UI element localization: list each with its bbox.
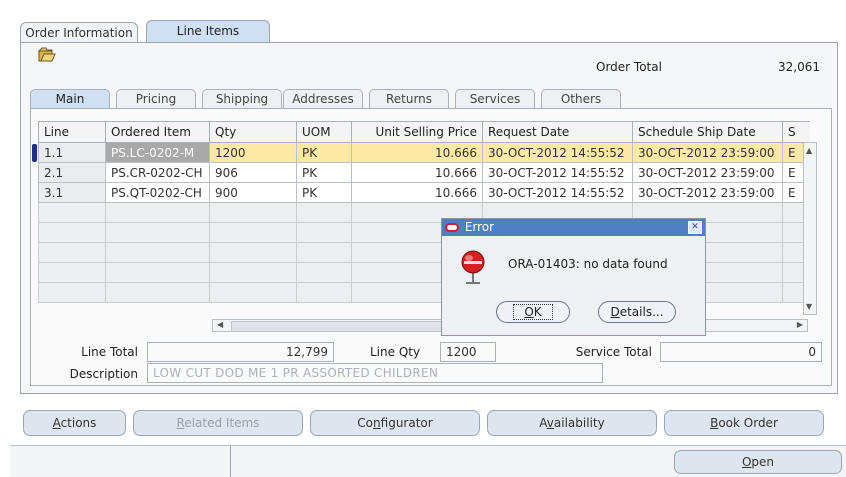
- table-row[interactable]: 3.1 PS.QT-0202-CH 900 PK 10.666 30-OCT-2…: [38, 182, 810, 203]
- scroll-down-arrow-icon[interactable]: ▼: [806, 302, 812, 311]
- col-header-line[interactable]: Line: [38, 121, 106, 143]
- grid-vertical-scrollbar[interactable]: ▲ ▼: [803, 142, 817, 315]
- description-field[interactable]: LOW CUT DOD ME 1 PR ASSORTED CHILDREN: [147, 363, 603, 383]
- cell-request-date[interactable]: 30-OCT-2012 14:55:52: [482, 182, 633, 203]
- scroll-up-arrow-icon[interactable]: ▲: [806, 146, 812, 155]
- open-button[interactable]: Open: [674, 450, 842, 474]
- service-total-field[interactable]: 0: [660, 342, 822, 362]
- cell-schedule-ship-date[interactable]: 30-OCT-2012 23:59:00: [632, 142, 783, 163]
- col-header-ordered-item[interactable]: Ordered Item: [105, 121, 210, 143]
- line-qty-label: Line Qty: [370, 345, 421, 359]
- cell-unit-selling-price[interactable]: 10.666: [351, 162, 483, 183]
- error-dialog-title: Error: [464, 220, 495, 234]
- details-button[interactable]: Details...: [598, 301, 676, 323]
- cell-qty[interactable]: 906: [209, 162, 297, 183]
- related-items-button[interactable]: Related Items: [133, 410, 303, 436]
- stop-alert-icon: [458, 249, 488, 285]
- subtab-services[interactable]: Services: [455, 89, 535, 109]
- configurator-button[interactable]: Configurator: [310, 410, 480, 436]
- footer-divider: [230, 446, 231, 477]
- line-total-label: Line Total: [81, 345, 138, 359]
- oracle-logo-icon: [445, 223, 459, 232]
- subtab-returns[interactable]: Returns: [369, 89, 449, 109]
- scroll-thumb[interactable]: [231, 321, 449, 332]
- col-header-uom[interactable]: UOM: [296, 121, 352, 143]
- ok-button[interactable]: OK: [496, 301, 570, 323]
- cell-qty[interactable]: 1200: [209, 142, 297, 163]
- col-header-unit-selling-price[interactable]: Unit Selling Price: [351, 121, 483, 143]
- error-dialog-titlebar[interactable]: Error ✕: [442, 219, 705, 236]
- cell-line[interactable]: 3.1: [38, 182, 106, 203]
- subtab-main[interactable]: Main: [30, 89, 110, 109]
- table-row[interactable]: 1.1 PS.LC-0202-M 1200 PK 10.666 30-OCT-2…: [38, 142, 810, 163]
- col-header-request-date[interactable]: Request Date: [482, 121, 633, 143]
- error-dialog: Error ✕ ORA-01403: no data found OK Deta…: [441, 218, 706, 336]
- cell-schedule-ship-date[interactable]: 30-OCT-2012 23:59:00: [632, 182, 783, 203]
- order-total-label: Order Total: [596, 60, 662, 74]
- cell-ordered-item[interactable]: PS.LC-0202-M: [105, 142, 210, 163]
- col-header-s[interactable]: S: [782, 121, 810, 143]
- subtab-others[interactable]: Others: [541, 89, 621, 109]
- line-qty-field[interactable]: 1200: [440, 342, 496, 362]
- cell-ordered-item[interactable]: PS.CR-0202-CH: [105, 162, 210, 183]
- open-folder-icon[interactable]: [37, 47, 56, 63]
- scroll-left-arrow-icon[interactable]: ◀: [217, 320, 223, 329]
- cell-request-date[interactable]: 30-OCT-2012 14:55:52: [482, 162, 633, 183]
- cell-schedule-ship-date[interactable]: 30-OCT-2012 23:59:00: [632, 162, 783, 183]
- error-message: ORA-01403: no data found: [508, 257, 668, 271]
- subtab-shipping[interactable]: Shipping: [202, 89, 282, 109]
- current-record-indicator: [32, 144, 37, 162]
- cell-ordered-item[interactable]: PS.QT-0202-CH: [105, 182, 210, 203]
- cell-request-date[interactable]: 30-OCT-2012 14:55:52: [482, 142, 633, 163]
- cell-line[interactable]: 1.1: [38, 142, 106, 163]
- cell-uom[interactable]: PK: [296, 182, 352, 203]
- col-header-qty[interactable]: Qty: [209, 121, 297, 143]
- subtab-pricing[interactable]: Pricing: [116, 89, 196, 109]
- cell-uom[interactable]: PK: [296, 142, 352, 163]
- grid-header-row: Line Ordered Item Qty UOM Unit Selling P…: [38, 121, 810, 143]
- cell-unit-selling-price[interactable]: 10.666: [351, 182, 483, 203]
- col-header-schedule-ship-date[interactable]: Schedule Ship Date: [632, 121, 783, 143]
- line-total-field[interactable]: 12,799: [147, 342, 334, 362]
- actions-button[interactable]: Actions: [23, 410, 126, 436]
- table-row[interactable]: 2.1 PS.CR-0202-CH 906 PK 10.666 30-OCT-2…: [38, 162, 810, 183]
- description-label: Description: [69, 367, 138, 381]
- tab-order-information[interactable]: Order Information: [20, 22, 138, 43]
- tab-line-items[interactable]: Line Items: [146, 20, 270, 43]
- book-order-button[interactable]: Book Order: [664, 410, 824, 436]
- cell-qty[interactable]: 900: [209, 182, 297, 203]
- cell-unit-selling-price[interactable]: 10.666: [351, 142, 483, 163]
- availability-button[interactable]: Availability: [487, 410, 657, 436]
- service-total-label: Service Total: [575, 345, 652, 359]
- close-icon[interactable]: ✕: [688, 221, 702, 234]
- cell-line[interactable]: 2.1: [38, 162, 106, 183]
- order-total-value: 32,061: [778, 60, 820, 74]
- subtab-addresses[interactable]: Addresses: [283, 89, 363, 109]
- cell-uom[interactable]: PK: [296, 162, 352, 183]
- scroll-right-arrow-icon[interactable]: ▶: [797, 320, 803, 329]
